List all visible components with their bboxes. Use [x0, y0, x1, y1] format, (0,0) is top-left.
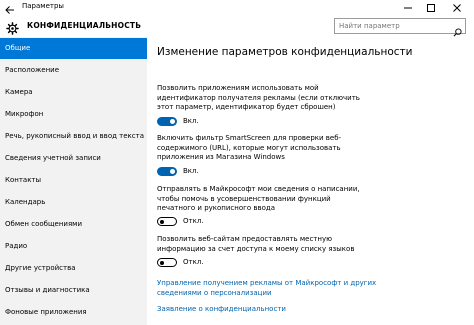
language-list-toggle[interactable]: [157, 258, 177, 267]
smartscreen-state: Вкл.: [183, 167, 199, 175]
sidebar-item-messaging[interactable]: Обмен сообщениями: [0, 214, 147, 235]
sidebar-item-speech[interactable]: Речь, рукописный ввод и ввод текста: [0, 126, 147, 147]
toggle-knob: [160, 260, 164, 265]
setting-smartscreen-description: Включить фильтр SmartScreen для проверки…: [157, 134, 342, 161]
title-bar: Параметры: [0, 0, 474, 16]
sidebar-item-camera[interactable]: Камера: [0, 82, 147, 103]
sidebar-item-radios[interactable]: Радио: [0, 236, 147, 257]
advertising-id-toggle[interactable]: [157, 117, 177, 126]
toggle-knob: [170, 169, 175, 174]
settings-header: КОНФИДЕНЦИАЛЬНОСТЬ: [0, 16, 474, 37]
manage-ads-link[interactable]: Управление получением рекламы от Майкрос…: [157, 279, 377, 298]
smartscreen-toggle[interactable]: [157, 167, 177, 176]
setting-language-list-description: Позволить веб-сайтам предоставлять местн…: [157, 235, 355, 253]
typing-info-state: Откл.: [183, 217, 204, 225]
sidebar-item-other-devices[interactable]: Другие устройства: [0, 258, 147, 279]
search-icon[interactable]: [453, 22, 462, 37]
sidebar-item-account-info[interactable]: Сведения учетной записи: [0, 148, 147, 169]
search-input[interactable]: [337, 20, 453, 32]
sidebar-item-general[interactable]: Общие: [0, 38, 147, 59]
toggle-knob: [160, 219, 164, 224]
minimize-button[interactable]: [398, 0, 418, 16]
window-title: Параметры: [22, 2, 64, 10]
sidebar-item-feedback[interactable]: Отзывы и диагностика: [0, 280, 147, 301]
setting-typing-info-description: Отправлять в Майкрософт мои сведения о н…: [157, 185, 360, 212]
toggle-knob: [170, 119, 175, 124]
sidebar-item-calendar[interactable]: Календарь: [0, 192, 147, 213]
sidebar-item-location[interactable]: Расположение: [0, 60, 147, 81]
typing-info-toggle[interactable]: [157, 217, 177, 226]
back-arrow-icon[interactable]: [4, 1, 16, 14]
language-list-state: Откл.: [183, 258, 204, 266]
main-content: Изменение параметров конфиденциальности …: [147, 37, 474, 325]
page-title: КОНФИДЕНЦИАЛЬНОСТЬ: [27, 21, 142, 30]
sidebar: Общие Расположение Камера Микрофон Речь,…: [0, 37, 147, 325]
sidebar-item-contacts[interactable]: Контакты: [0, 170, 147, 191]
gear-icon: [6, 20, 19, 35]
search-box[interactable]: [334, 18, 466, 37]
sidebar-item-microphone[interactable]: Микрофон: [0, 104, 147, 125]
setting-advertising-id-description: Позволить приложениям использовать мой и…: [157, 84, 360, 111]
maximize-button[interactable]: [421, 0, 441, 16]
section-heading: Изменение параметров конфиденциальности: [157, 46, 413, 58]
sidebar-item-background-apps[interactable]: Фоновые приложения: [0, 302, 147, 323]
advertising-id-state: Вкл.: [183, 117, 199, 125]
privacy-statement-link[interactable]: Заявление о конфиденциальности: [157, 305, 377, 315]
close-button[interactable]: [447, 0, 467, 16]
